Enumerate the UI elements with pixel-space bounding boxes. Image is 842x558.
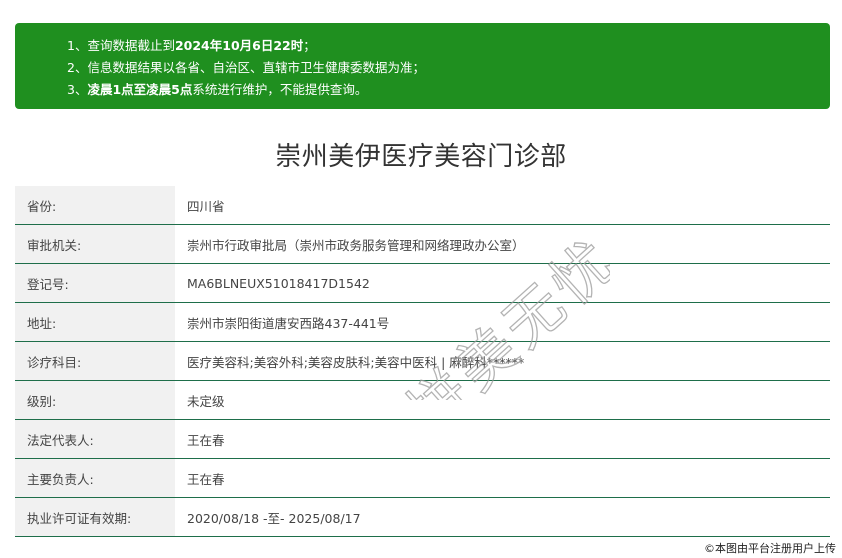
row-value: 四川省 xyxy=(187,198,225,214)
table-row: 登记号: MA6BLNEUX51018417D1542 xyxy=(15,264,830,303)
row-value: 王在春 xyxy=(187,432,225,448)
notice-line-1-prefix: 1、查询数据截止到 xyxy=(67,38,175,53)
notice-line-3-time: 凌晨1点至凌晨5点 xyxy=(87,82,193,97)
row-label: 主要负责人: xyxy=(15,459,175,497)
info-table: 省份: 四川省 审批机关: 崇州市行政审批局（崇州市政务服务管理和网络理政办公室） … xyxy=(15,186,830,537)
row-value: 未定级 xyxy=(187,393,225,409)
row-value: 崇州市行政审批局（崇州市政务服务管理和网络理政办公室） xyxy=(187,237,525,253)
row-value: MA6BLNEUX51018417D1542 xyxy=(187,275,370,291)
row-label: 地址: xyxy=(15,303,175,341)
table-row: 级别: 未定级 xyxy=(15,381,830,420)
notice-line-1-date: 2024年10月6日22时 xyxy=(174,38,304,53)
notice-banner: 1、查询数据截止到2024年10月6日22时； 2、信息数据结果以各省、自治区、… xyxy=(15,23,830,109)
table-row: 审批机关: 崇州市行政审批局（崇州市政务服务管理和网络理政办公室） xyxy=(15,225,830,264)
table-row: 法定代表人: 王在春 xyxy=(15,420,830,459)
page-title: 崇州美伊医疗美容门诊部 xyxy=(275,142,567,172)
upload-credit: ©本图由平台注册用户上传 xyxy=(704,542,836,555)
table-row: 地址: 崇州市崇阳街道唐安西路437-441号 xyxy=(15,303,830,342)
row-value: 医疗美容科;美容外科;美容皮肤科;美容中医科 | 麻醉科****** xyxy=(187,354,525,370)
notice-line-3: 3、凌晨1点至凌晨5点系统进行维护，不能提供查询。 xyxy=(67,79,830,101)
row-value: 崇州市崇阳街道唐安西路437-441号 xyxy=(187,315,390,331)
table-row: 省份: 四川省 xyxy=(15,186,830,225)
row-label: 法定代表人: xyxy=(15,420,175,458)
row-label: 审批机关: xyxy=(15,225,175,263)
table-row: 主要负责人: 王在春 xyxy=(15,459,830,498)
row-label: 执业许可证有效期: xyxy=(15,498,175,536)
row-label: 省份: xyxy=(15,186,175,224)
notice-line-3-prefix: 3、 xyxy=(67,82,88,97)
notice-line-2: 2、信息数据结果以各省、自治区、直辖市卫生健康委数据为准； xyxy=(67,60,425,75)
row-value: 2020/08/18 -至- 2025/08/17 xyxy=(187,510,361,526)
notice-line-1-suffix: ； xyxy=(303,38,316,53)
row-label: 登记号: xyxy=(15,264,175,302)
table-row: 执业许可证有效期: 2020/08/18 -至- 2025/08/17 xyxy=(15,498,830,537)
row-label: 级别: xyxy=(15,381,175,419)
notice-line-1: 1、查询数据截止到2024年10月6日22时； xyxy=(67,35,830,57)
notice-line-3-suffix: 系统进行维护，不能提供查询。 xyxy=(192,82,368,97)
row-label: 诊疗科目: xyxy=(15,342,175,380)
table-row: 诊疗科目: 医疗美容科;美容外科;美容皮肤科;美容中医科 | 麻醉科****** xyxy=(15,342,830,381)
row-value: 王在春 xyxy=(187,471,225,487)
